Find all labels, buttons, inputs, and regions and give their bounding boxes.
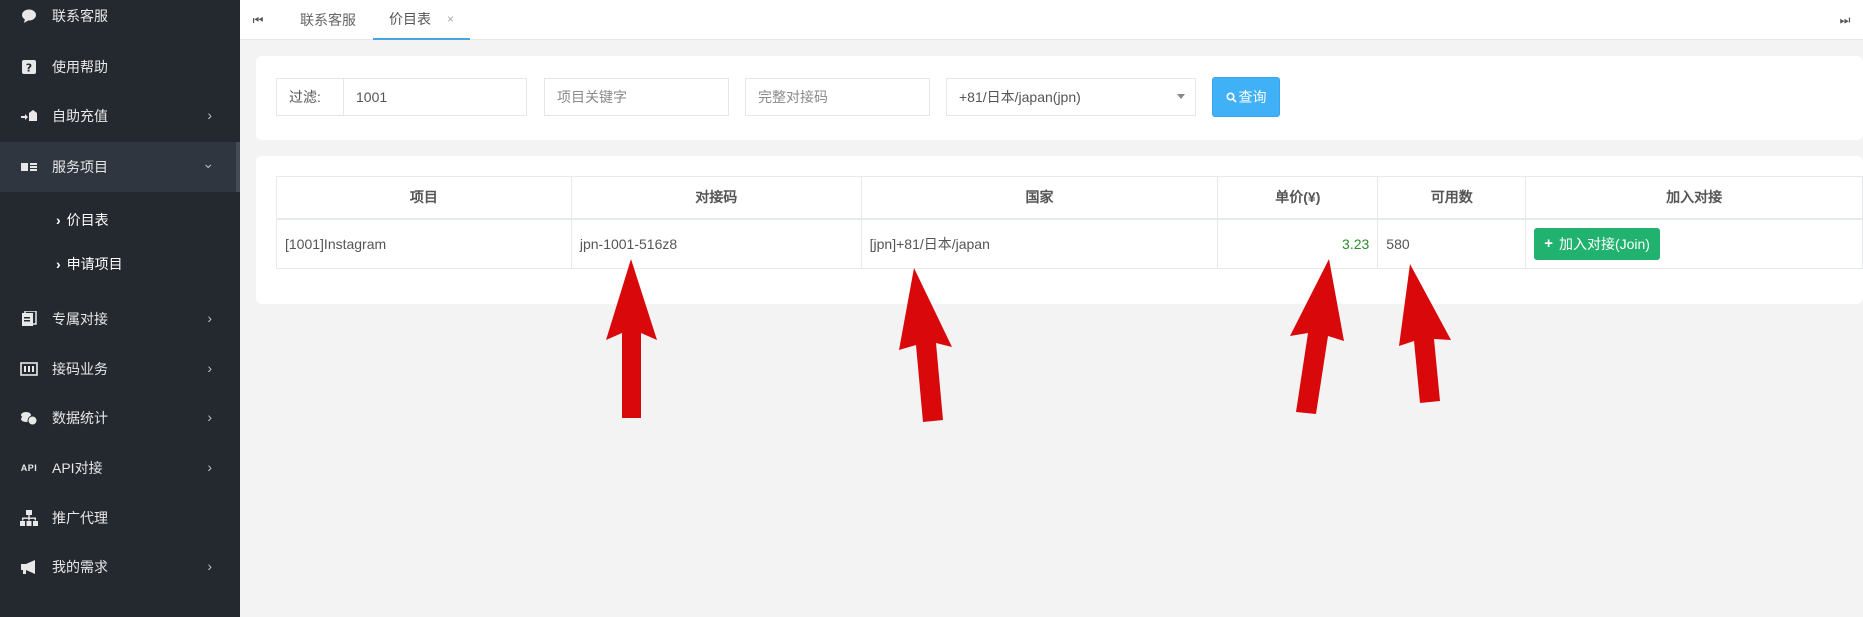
annotation-arrow-code [606, 259, 657, 418]
annotation-arrow-country [899, 268, 952, 422]
annotation-arrows [606, 259, 1451, 422]
annotation-arrow-price [1290, 259, 1344, 414]
annotation-arrow-available [1399, 264, 1451, 403]
